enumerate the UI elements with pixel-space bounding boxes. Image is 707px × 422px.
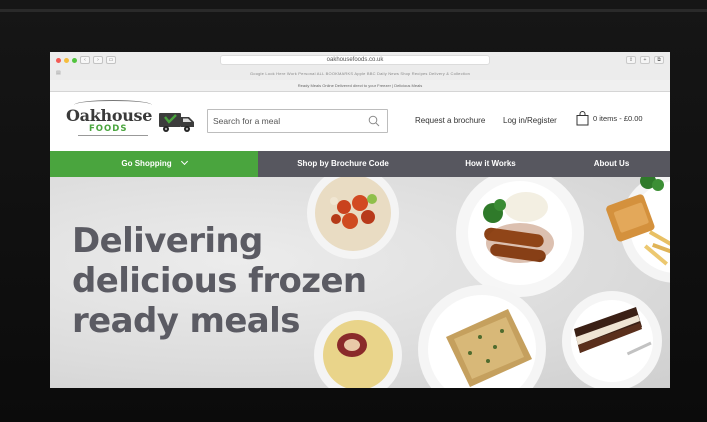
search-icon[interactable] [368, 115, 380, 127]
bookmarks-bar[interactable]: Google Look Here Work Personal ALL BOOKM… [50, 69, 670, 79]
chocolate-cake-plate-image [562, 291, 662, 388]
browser-window: ‹ › ▭ oakhousefoods.co.uk ⇪ + ⧉ ▤ Google… [50, 52, 670, 388]
new-tab-button[interactable]: + [640, 56, 650, 64]
sausage-mash-plate-image [456, 177, 584, 297]
hero-heading: Delivering delicious frozen ready meals [72, 221, 402, 341]
basket-summary: 0 items - £0.00 [593, 114, 643, 123]
browser-actions: ⇪ + ⧉ [626, 56, 664, 64]
request-brochure-link[interactable]: Request a brochure [415, 116, 485, 125]
hero-banner: Delivering delicious frozen ready meals [50, 177, 670, 388]
nav-go-shopping-label: Go Shopping [121, 159, 172, 168]
search-input[interactable] [208, 110, 358, 132]
nav-about-us[interactable]: About Us [553, 151, 670, 177]
frame-strip [0, 9, 707, 12]
crumble-bake-plate-image [418, 285, 546, 388]
nav-how-it-works[interactable]: How it Works [428, 151, 553, 177]
hero-heading-line-1: Delivering [72, 221, 263, 261]
hero-heading-line-3: ready meals [72, 301, 300, 341]
window-controls [56, 58, 77, 63]
hero-heading-line-2: delicious frozen [72, 261, 367, 301]
chevron-down-icon [180, 157, 188, 166]
logo-wordmark: Oakhouse [66, 106, 153, 125]
browser-nav-buttons: ‹ › ▭ [80, 56, 116, 64]
nav-brochure-code[interactable]: Shop by Brochure Code [258, 151, 428, 177]
maximize-window-icon[interactable] [72, 58, 77, 63]
shopping-bag-icon [576, 111, 589, 126]
delivery-van-icon [159, 113, 194, 132]
nav-go-shopping[interactable]: Go Shopping [50, 151, 258, 177]
pie-chips-plate-image [606, 177, 670, 283]
logo-underline [78, 135, 148, 136]
announcement-bar: Ready Meals Online Delivered direct to y… [50, 80, 670, 91]
browser-chrome: ‹ › ▭ oakhousefoods.co.uk ⇪ + ⧉ ▤ Google… [50, 52, 670, 92]
minimize-window-icon[interactable] [64, 58, 69, 63]
oakhouse-logo[interactable]: Oakhouse FOODS [66, 100, 196, 140]
site-header: Oakhouse FOODS Reques [50, 92, 670, 151]
share-button[interactable]: ⇪ [626, 56, 636, 64]
login-register-link[interactable]: Log in/Register [503, 116, 557, 125]
display-frame: ‹ › ▭ oakhousefoods.co.uk ⇪ + ⧉ ▤ Google… [0, 0, 707, 422]
meal-search [207, 109, 388, 133]
back-button[interactable]: ‹ [80, 56, 90, 64]
address-bar[interactable]: oakhousefoods.co.uk [220, 55, 490, 65]
tabs-overview-button[interactable]: ⧉ [654, 56, 664, 64]
forward-button[interactable]: › [93, 56, 103, 64]
sidebar-toggle-button[interactable]: ▭ [106, 56, 116, 64]
logo-subtitle: FOODS [89, 124, 128, 134]
close-window-icon[interactable] [56, 58, 61, 63]
basket[interactable]: 0 items - £0.00 [576, 111, 643, 126]
main-navigation: Go Shopping Shop by Brochure Code How it… [50, 151, 670, 177]
